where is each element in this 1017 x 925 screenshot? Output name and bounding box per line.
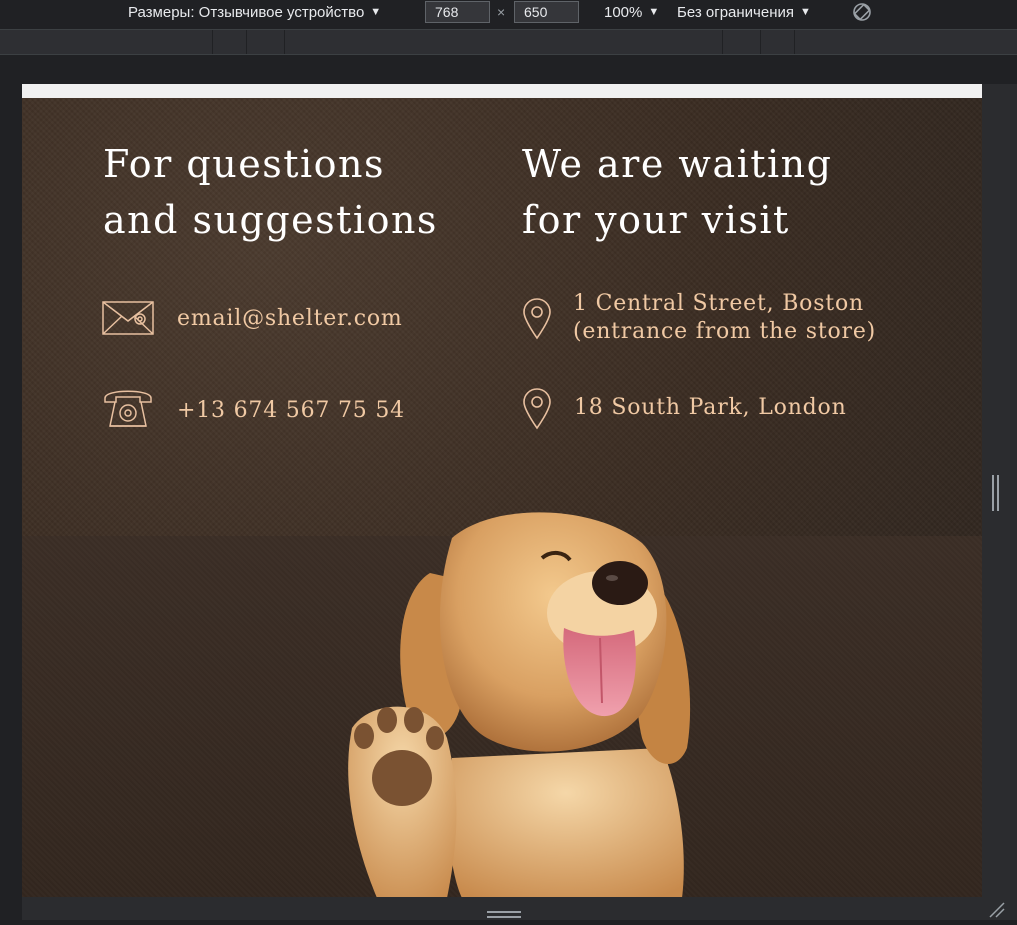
corner-resize-icon[interactable] xyxy=(986,900,1006,918)
heading-line: For questions xyxy=(103,142,385,186)
device-viewport: For questions and suggestions We are wai… xyxy=(22,84,982,897)
zoom-label: 100% xyxy=(604,4,643,21)
throttle-dropdown[interactable]: Без ограничения ▼ xyxy=(677,4,811,21)
phone-link[interactable]: +13 674 567 75 54 xyxy=(177,397,405,425)
throttle-label: Без ограничения xyxy=(677,4,795,21)
width-input[interactable]: 768 xyxy=(425,1,490,23)
rotate-icon[interactable] xyxy=(851,1,873,23)
visit-heading: We are waiting for your visit xyxy=(522,136,832,248)
phone-icon xyxy=(102,386,154,430)
dimensions-label: Размеры: Отзывчивое устройство xyxy=(128,4,365,21)
caret-down-icon: ▼ xyxy=(800,6,811,18)
zoom-dropdown[interactable]: 100% ▼ xyxy=(604,4,659,21)
heading-line: We are waiting xyxy=(522,142,833,186)
address-boston: 1 Central Street, Boston (entrance from … xyxy=(573,290,876,346)
media-query-bar xyxy=(0,29,1017,55)
times-sign: × xyxy=(497,4,506,20)
height-input[interactable]: 650 xyxy=(514,1,579,23)
media-segment[interactable] xyxy=(722,30,723,54)
address-london: 18 South Park, London xyxy=(574,395,847,420)
envelope-icon xyxy=(102,301,154,335)
contacts-section: For questions and suggestions We are wai… xyxy=(22,98,982,897)
puppy-waving-image xyxy=(302,498,722,897)
email-link[interactable]: email@shelter.com xyxy=(177,305,403,333)
location-pin-icon xyxy=(522,388,552,430)
caret-down-icon: ▼ xyxy=(370,6,382,18)
device-toolbar: Размеры: Отзывчивое устройство ▼ 768 × 65… xyxy=(0,0,1017,27)
address-line: (entrance from the store) xyxy=(573,319,877,344)
media-segment[interactable] xyxy=(246,30,247,54)
address-line: 1 Central Street, Boston xyxy=(573,291,864,316)
media-segment[interactable] xyxy=(760,30,761,54)
width-resize-handle[interactable] xyxy=(991,474,1001,512)
questions-heading: For questions and suggestions xyxy=(103,136,438,248)
caret-down-icon: ▼ xyxy=(648,6,660,18)
dimensions-dropdown[interactable]: Размеры: Отзывчивое устройство ▼ xyxy=(128,4,381,21)
media-segment[interactable] xyxy=(212,30,213,54)
heading-line: and suggestions xyxy=(103,198,438,242)
height-resize-handle[interactable] xyxy=(486,907,522,918)
heading-line: for your visit xyxy=(522,198,790,242)
location-pin-icon xyxy=(522,298,552,340)
media-segment[interactable] xyxy=(794,30,795,54)
media-segment[interactable] xyxy=(284,30,285,54)
